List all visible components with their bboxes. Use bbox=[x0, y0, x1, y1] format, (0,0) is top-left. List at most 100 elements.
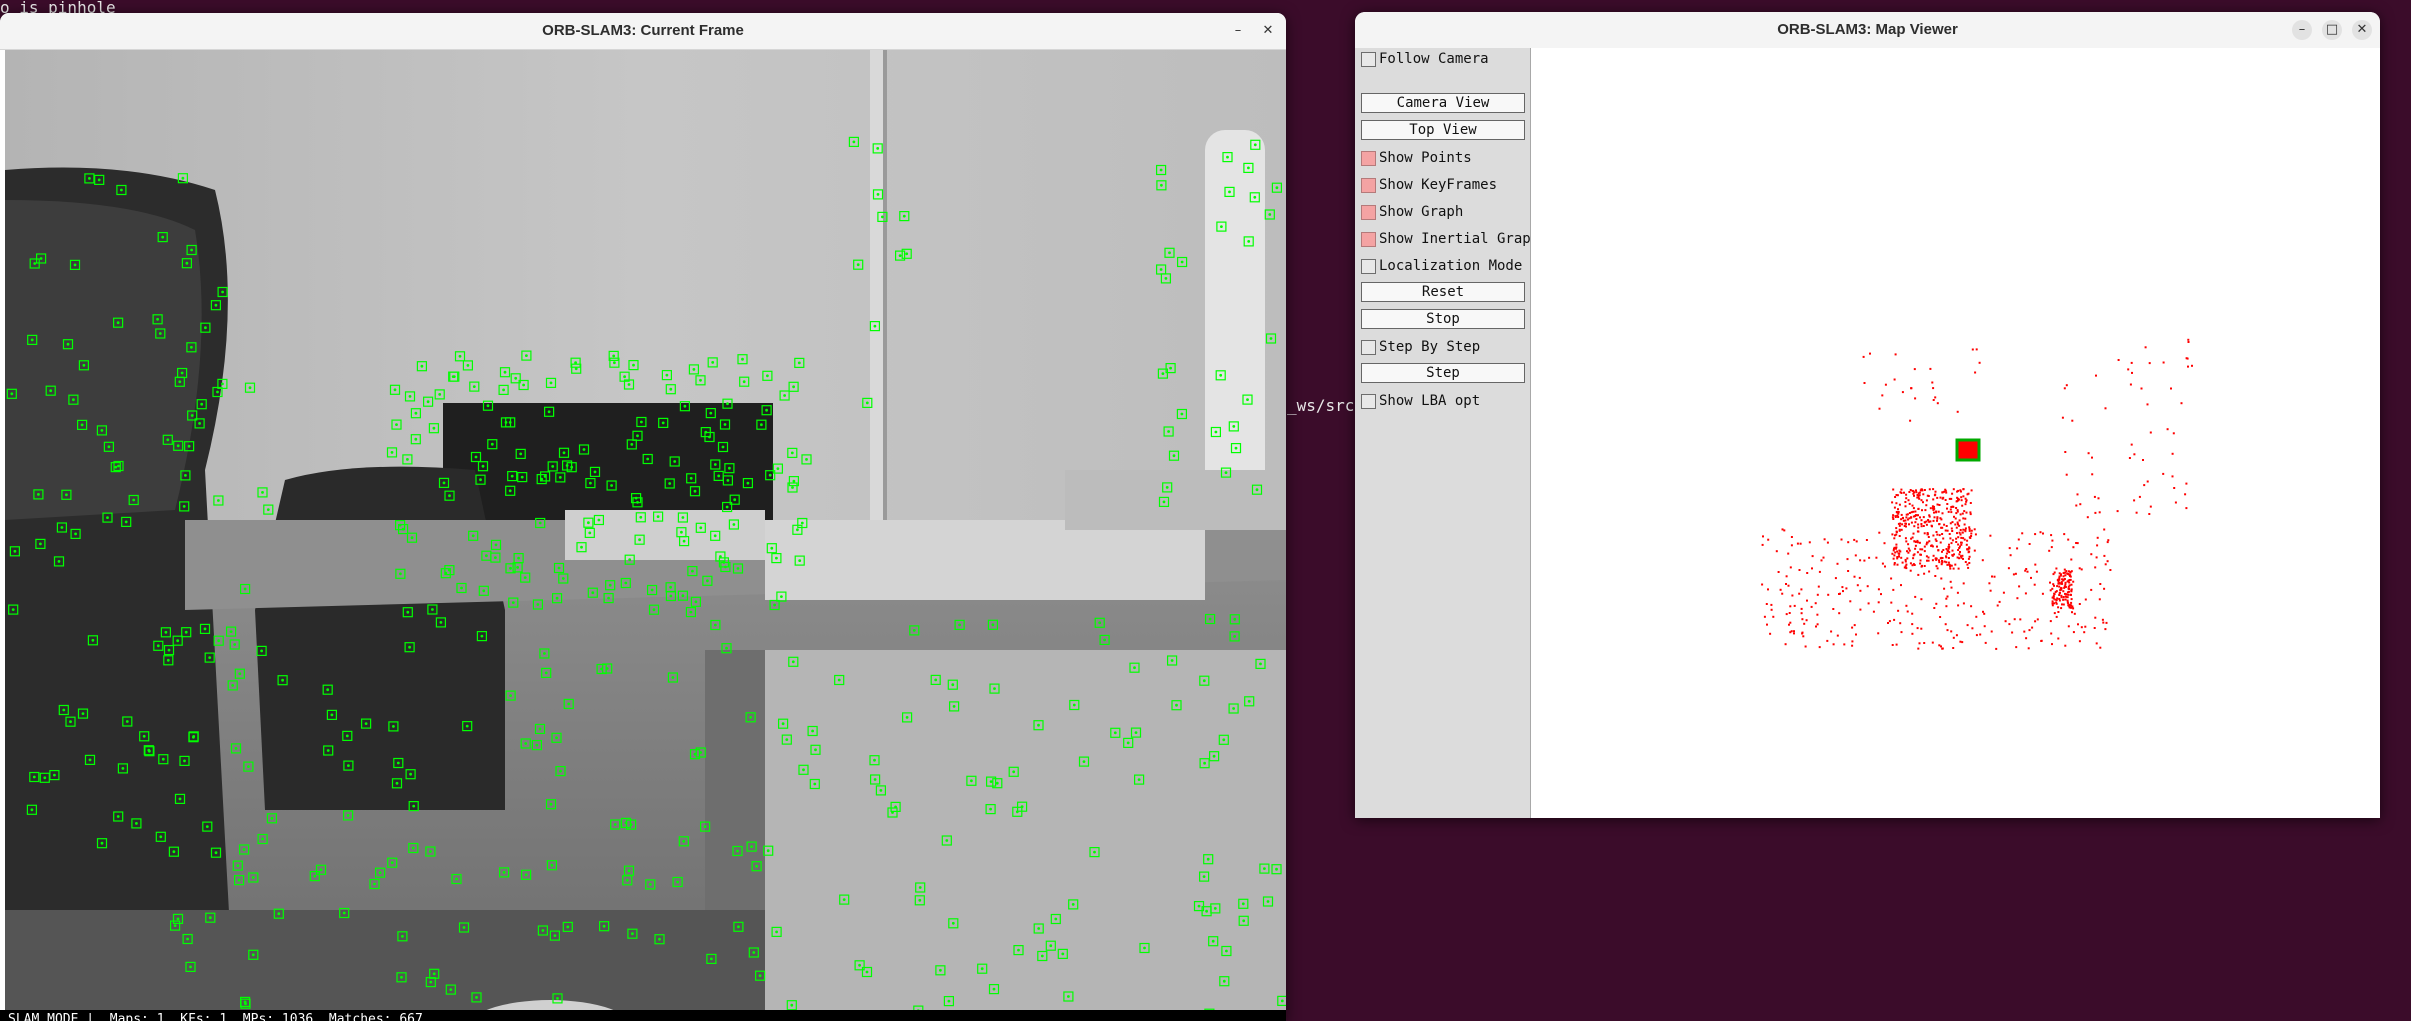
map-point bbox=[1911, 632, 1914, 635]
current-frame-titlebar[interactable]: ORB-SLAM3: Current Frame – ✕ bbox=[0, 13, 1286, 50]
map-point bbox=[2009, 554, 2012, 557]
map-point bbox=[1905, 604, 1908, 607]
feature-point bbox=[390, 451, 394, 454]
map-point bbox=[1894, 353, 1897, 356]
stop-button[interactable]: Stop bbox=[1361, 309, 1525, 329]
map-point bbox=[1890, 577, 1893, 580]
feature-point bbox=[247, 765, 250, 768]
feature-point bbox=[88, 758, 92, 762]
map-point bbox=[1905, 497, 1908, 500]
feature-point bbox=[414, 411, 418, 415]
feature-point bbox=[873, 324, 877, 328]
feature-point bbox=[242, 848, 246, 851]
map-viewport[interactable] bbox=[1531, 48, 2380, 818]
map-point bbox=[2058, 572, 2061, 575]
map-point bbox=[1938, 644, 1941, 647]
step-button[interactable]: Step bbox=[1361, 363, 1525, 383]
map-point bbox=[2004, 620, 2007, 623]
map-point bbox=[2094, 511, 2097, 514]
map-point bbox=[1923, 642, 1926, 644]
feature-point bbox=[525, 354, 528, 357]
map-point bbox=[1945, 491, 1948, 494]
map-point bbox=[1935, 565, 1938, 568]
feature-point bbox=[549, 802, 553, 806]
map-point bbox=[1898, 503, 1901, 506]
feature-point bbox=[721, 445, 725, 449]
map-point bbox=[1959, 529, 1962, 531]
feature-point bbox=[1061, 952, 1065, 956]
map-point bbox=[1909, 569, 1912, 572]
feature-point bbox=[409, 772, 412, 776]
map-point bbox=[1842, 590, 1844, 593]
map-point bbox=[1921, 564, 1923, 567]
feature-point bbox=[399, 572, 402, 576]
feature-point bbox=[549, 381, 553, 385]
feature-point bbox=[480, 634, 484, 638]
feature-point bbox=[613, 361, 616, 365]
feature-point bbox=[114, 465, 118, 469]
checkbox-icon[interactable] bbox=[1361, 151, 1376, 166]
map-point bbox=[1798, 592, 1801, 595]
map-point bbox=[2070, 593, 2072, 596]
feature-point bbox=[37, 493, 40, 496]
top-view-button[interactable]: Top View bbox=[1361, 120, 1525, 140]
map-point bbox=[1862, 355, 1865, 358]
minimize-icon[interactable]: – bbox=[2292, 20, 2312, 40]
feature-point bbox=[683, 404, 687, 408]
map-point bbox=[1954, 523, 1957, 526]
map-point bbox=[1923, 532, 1926, 535]
map-point bbox=[1952, 636, 1955, 639]
feature-point bbox=[1133, 666, 1136, 670]
feature-point bbox=[502, 388, 505, 392]
feature-point bbox=[682, 839, 686, 843]
camera-view-button[interactable]: Camera View bbox=[1361, 93, 1525, 113]
map-point bbox=[1892, 549, 1895, 552]
map-point bbox=[1899, 622, 1902, 625]
map-point bbox=[2107, 539, 2110, 542]
checkbox-icon[interactable] bbox=[1361, 232, 1376, 247]
feature-point bbox=[1228, 190, 1231, 194]
maximize-icon[interactable]: □ bbox=[2322, 20, 2342, 40]
checkbox-icon[interactable] bbox=[1361, 52, 1376, 67]
checkbox-icon[interactable] bbox=[1361, 205, 1376, 220]
close-icon[interactable]: ✕ bbox=[1258, 21, 1278, 41]
map-viewer-titlebar[interactable]: ORB-SLAM3: Map Viewer – □ ✕ bbox=[1355, 12, 2380, 49]
feature-point bbox=[49, 389, 53, 393]
feature-point bbox=[1212, 754, 1216, 758]
feature-point bbox=[523, 576, 527, 579]
checkbox-icon[interactable] bbox=[1361, 340, 1376, 355]
checkbox-icon[interactable] bbox=[1361, 259, 1376, 274]
map-point bbox=[1970, 489, 1973, 492]
map-point bbox=[2056, 597, 2059, 600]
map-point bbox=[1962, 488, 1965, 491]
map-point bbox=[1966, 539, 1969, 542]
close-icon[interactable]: ✕ bbox=[2352, 20, 2372, 40]
map-point bbox=[2173, 487, 2176, 489]
map-point bbox=[1919, 548, 1922, 551]
map-point bbox=[1968, 528, 1971, 530]
feature-point bbox=[989, 807, 992, 811]
map-point bbox=[2015, 646, 2018, 649]
map-point bbox=[1806, 572, 1809, 574]
map-point bbox=[1968, 555, 1971, 558]
map-point bbox=[1919, 559, 1922, 562]
map-point bbox=[2024, 592, 2027, 595]
feature-point bbox=[995, 781, 999, 785]
feature-point bbox=[785, 738, 789, 741]
feature-point bbox=[582, 448, 586, 451]
map-canvas[interactable] bbox=[1531, 48, 2380, 818]
feature-point bbox=[1134, 731, 1138, 734]
reset-button[interactable]: Reset bbox=[1361, 282, 1525, 302]
feature-point bbox=[186, 937, 190, 941]
feature-point bbox=[858, 963, 861, 967]
checkbox-icon[interactable] bbox=[1361, 178, 1376, 193]
map-point bbox=[1947, 561, 1950, 564]
checkbox-icon[interactable] bbox=[1361, 394, 1376, 409]
minimize-icon[interactable]: – bbox=[1228, 21, 1248, 41]
map-point bbox=[2058, 594, 2061, 596]
map-point bbox=[1804, 645, 1807, 648]
feature-point bbox=[865, 401, 869, 405]
map-point bbox=[1945, 548, 1948, 550]
feature-point bbox=[1232, 707, 1235, 710]
map-point bbox=[1900, 518, 1903, 521]
